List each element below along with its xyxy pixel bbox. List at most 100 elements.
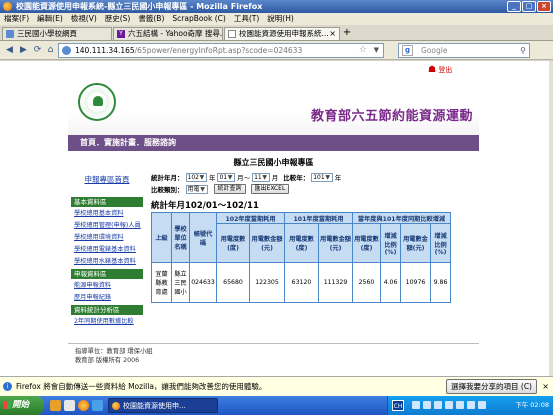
menu-tools[interactable]: 工具(T)	[234, 13, 259, 25]
start-button[interactable]: 開始	[0, 396, 44, 415]
export-excel-button[interactable]: 匯出EXCEL	[250, 184, 290, 194]
system-tray: CH 下午 02:08	[387, 396, 553, 415]
google-icon[interactable]: g	[402, 45, 413, 56]
cell-diff-amount-pct: 9.86	[430, 262, 451, 303]
clock: 下午 02:08	[515, 401, 549, 409]
home-icon[interactable]: ⌂	[44, 44, 57, 57]
quicklaunch-app-icon[interactable]	[92, 400, 103, 411]
chevron-down-icon: ▼	[262, 173, 268, 181]
quicklaunch-folder-icon[interactable]	[50, 400, 61, 411]
notification-close-icon[interactable]: ×	[542, 377, 549, 396]
month-label: 月	[271, 174, 279, 182]
search-input[interactable]: g Google ⚲	[398, 43, 530, 58]
type-value: 用電	[187, 185, 200, 193]
sidebar-section-statistics: 資料統計分析區	[71, 305, 143, 315]
tab-school-website[interactable]: 三民國小學校網頁	[2, 27, 112, 40]
end-month-select[interactable]: 11▼	[252, 172, 270, 182]
url-bar[interactable]: 140.111.34.165/65power/energyInfoRpt.asp…	[58, 43, 384, 58]
url-dropdown-icon[interactable]: ▼	[374, 44, 379, 57]
language-indicator[interactable]: CH	[392, 400, 404, 411]
person-icon: ☗	[428, 65, 437, 75]
logout-link[interactable]: ☗ 登出	[428, 65, 452, 75]
cell-account: 024633	[189, 262, 217, 303]
tab-label: 六五結構 - Yahoo奇摩 搜尋...	[128, 29, 223, 38]
sidebar-link-environment[interactable]: 學校總用環境資料	[71, 233, 143, 242]
page-icon	[6, 30, 14, 38]
header-diff-kwh: 用電度數(度)	[352, 223, 381, 263]
close-button[interactable]: ×	[537, 1, 551, 12]
tray-icon[interactable]	[423, 401, 431, 409]
year-label: 年	[208, 174, 216, 182]
tray-icon[interactable]	[434, 401, 442, 409]
sidebar-link-water-meter[interactable]: 學校總用水錶基本資料	[71, 257, 143, 266]
tray-icon[interactable]	[478, 401, 486, 409]
sidebar-link-electric-meter[interactable]: 學校總用電錶基本資料	[71, 245, 143, 254]
start-year-select[interactable]: 102▼	[185, 172, 207, 182]
start-month-value: 01	[219, 173, 228, 181]
header-amount-102: 用電數金額(元)	[249, 223, 285, 263]
cell-kwh-101: 63120	[284, 262, 319, 303]
page-footer: 指導單位：教育部 環保小組 教育部 版權所有 2006	[75, 347, 153, 365]
type-label: 比較類別：	[151, 186, 184, 194]
type-select[interactable]: 用電▼	[185, 184, 208, 194]
sidebar-link-managers[interactable]: 學校總用管理(申報)人員	[71, 221, 143, 230]
bookmark-star-icon[interactable]: ☆	[359, 44, 367, 57]
firefox-icon	[112, 402, 120, 410]
header-kwh-101: 用電度數(度)	[284, 223, 319, 263]
tab-close-icon[interactable]: ×	[329, 28, 336, 40]
quicklaunch-firefox-icon[interactable]	[78, 400, 89, 411]
sidebar-link-two-year-compare[interactable]: 2年同期使用數據比較	[71, 317, 143, 326]
header-amount-101: 用電數金額(元)	[318, 223, 353, 263]
cell-diff-amount: 10976	[400, 262, 431, 303]
tray-icon[interactable]	[467, 401, 475, 409]
ministry-emblem-icon	[78, 83, 116, 121]
new-tab-button[interactable]: +	[341, 28, 353, 39]
sidebar-link-school-basic[interactable]: 學校總用基本資料	[71, 209, 143, 218]
menu-bookmarks[interactable]: 書籤(B)	[138, 13, 164, 25]
start-month-select[interactable]: 01▼	[217, 172, 236, 182]
forward-icon[interactable]: ▶	[17, 44, 30, 57]
chevron-down-icon: ▼	[325, 173, 330, 181]
quicklaunch-desktop-icon[interactable]	[64, 400, 75, 411]
tray-icon[interactable]	[412, 401, 420, 409]
tab-bar: 三民國小學校網頁 Y 六五結構 - Yahoo奇摩 搜尋... 校園能資源使用申…	[0, 25, 553, 41]
sidebar-link-energy-report[interactable]: 能源申報資料	[71, 281, 143, 290]
query-button[interactable]: 統計查詢	[213, 184, 246, 194]
taskbar-item-firefox[interactable]: 校園能資源使用申...	[108, 398, 218, 413]
tab-yahoo-search[interactable]: Y 六五結構 - Yahoo奇摩 搜尋...	[113, 27, 223, 40]
period-label: 統計年月：	[151, 174, 184, 182]
filter-form: 統計年月： 102▼ 年 01▼ 月～ 11▼ 月 比較年： 101▼ 年 比較…	[151, 171, 341, 195]
reload-icon[interactable]: ⟳	[31, 44, 44, 57]
yahoo-icon: Y	[117, 30, 125, 38]
choose-share-button[interactable]: 選擇我要分享的項目 (C)	[446, 379, 537, 394]
header-diff-amount: 用電數金額(元)	[400, 223, 431, 263]
minimize-button[interactable]: _	[507, 1, 521, 12]
menu-scrapbook[interactable]: ScrapBook (C)	[172, 13, 225, 25]
menu-file[interactable]: 檔案(F)	[4, 13, 29, 25]
chevron-down-icon: ▼	[199, 173, 205, 181]
sidebar-home-link[interactable]: 申報專區首頁	[71, 174, 143, 185]
search-placeholder: Google	[421, 46, 448, 55]
menu-history[interactable]: 歷史(S)	[105, 13, 131, 25]
compare-year-select[interactable]: 101▼	[311, 172, 333, 182]
cell-kwh-102: 65680	[216, 262, 250, 303]
header-group-diff: 當年度與101年度同期比較增減	[352, 212, 451, 224]
search-icon[interactable]: ⚲	[520, 44, 526, 57]
top-nav[interactable]: 首頁．實施計畫．服務諮詢	[68, 135, 479, 151]
tray-icon[interactable]	[456, 401, 464, 409]
end-month-value: 11	[254, 173, 262, 181]
back-icon[interactable]: ◀	[3, 44, 16, 57]
tab-energy-system[interactable]: 校園能資源使用申報系統... ×	[224, 27, 340, 40]
header-group-101: 101年度當期耗用	[284, 212, 353, 224]
menu-view[interactable]: 檢視(V)	[71, 13, 97, 25]
maximize-button[interactable]: □	[522, 1, 536, 12]
menu-edit[interactable]: 編輯(E)	[37, 13, 63, 25]
tray-icon[interactable]	[445, 401, 453, 409]
sidebar-link-monthly-history[interactable]: 歷月申報紀錄	[71, 293, 143, 302]
header-diff-kwh-pct: 增減比例(%)	[380, 223, 401, 263]
vertical-scrollbar[interactable]	[549, 61, 553, 376]
compare-year-label: 比較年：	[283, 174, 310, 182]
menu-help[interactable]: 說明(H)	[267, 13, 294, 25]
header-school: 學校單位名稱	[171, 212, 190, 263]
header-diff-amount-pct: 增減比例(%)	[430, 223, 451, 263]
